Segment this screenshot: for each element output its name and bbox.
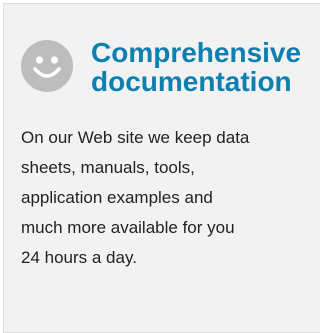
description-line: sheets, manuals, tools, <box>21 158 195 177</box>
description-line: much more available for you <box>21 218 235 237</box>
feature-description: On our Web site we keep data sheets, man… <box>21 123 301 273</box>
smiley-face-icon <box>21 40 73 92</box>
feature-header: Comprehensive documentation <box>21 38 301 96</box>
feature-title-line: documentation <box>91 66 292 97</box>
feature-title: Comprehensive documentation <box>91 38 301 96</box>
description-line: application examples and <box>21 188 213 207</box>
description-line: On our Web site we keep data <box>21 128 250 147</box>
feature-title-line: Comprehensive <box>91 37 302 68</box>
description-line: 24 hours a day. <box>21 248 137 267</box>
feature-card: Comprehensive documentation On our Web s… <box>3 3 320 333</box>
